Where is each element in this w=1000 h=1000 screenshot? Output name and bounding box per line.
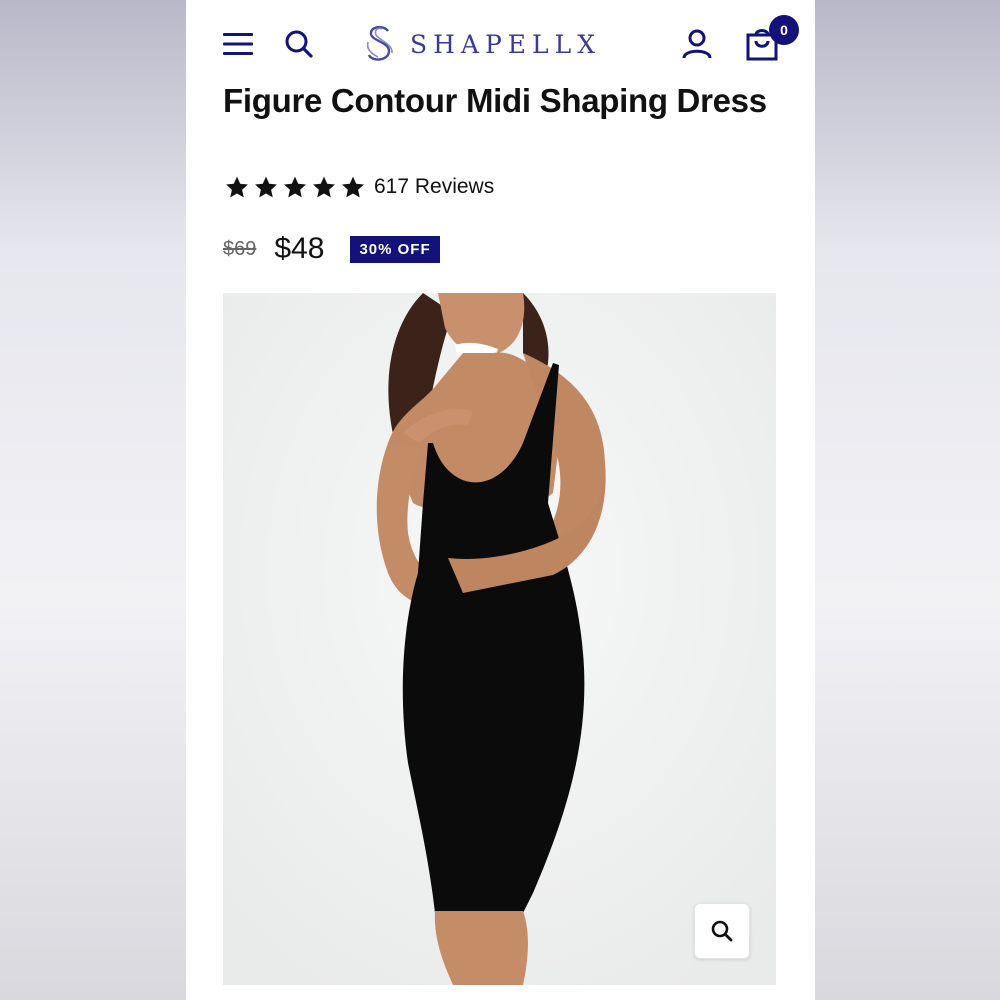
menu-button[interactable] [220,28,256,60]
reviews-link[interactable]: 617 Reviews [374,175,494,199]
price-row: $69 $48 30% OFF [223,230,440,268]
discount-badge: 30% OFF [350,235,440,263]
mobile-page: SHAPELLX 0 Figure Contour Midi Shaping D… [186,0,815,1000]
star-icon [342,176,364,197]
user-icon [682,29,712,59]
star-icon [226,176,248,197]
model-photo [223,293,776,985]
zoom-icon [711,920,733,942]
original-price: $69 [223,237,257,260]
search-button[interactable] [282,27,316,61]
site-header: SHAPELLX 0 [186,0,815,84]
product-rating[interactable]: 617 Reviews [224,172,494,202]
account-button[interactable] [680,27,714,61]
product-image[interactable] [223,293,776,985]
star-icon [284,176,306,197]
cart-count-badge: 0 [769,15,799,45]
zoom-button[interactable] [694,903,750,959]
star-icon [255,176,277,197]
sale-price: $48 [274,232,325,265]
menu-icon [223,33,253,55]
rating-stars [224,175,366,200]
background-right [815,0,1000,1000]
logo-mark-icon [366,26,393,61]
product-title: Figure Contour Midi Shaping Dress [223,82,767,119]
star-icon [313,176,335,197]
background-left [0,0,186,1000]
brand-name: SHAPELLX [410,29,602,59]
search-icon [285,30,313,58]
brand-logo[interactable]: SHAPELLX [362,24,601,64]
